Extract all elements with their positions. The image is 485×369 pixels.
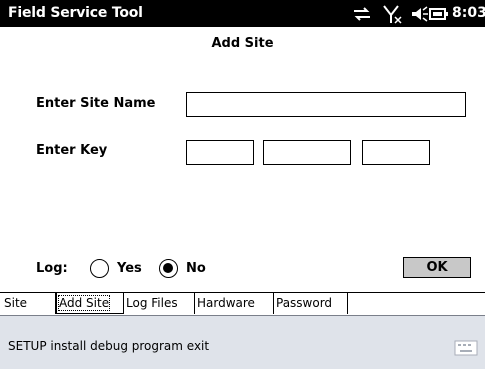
menu-text[interactable]: SETUP install debug program exit xyxy=(8,339,209,353)
key-label: Enter Key xyxy=(36,143,108,158)
app-title: Field Service Tool xyxy=(8,5,143,21)
log-yes-label[interactable]: Yes xyxy=(117,261,142,276)
site-name-label: Enter Site Name xyxy=(36,96,156,111)
tab-add-site-label: Add Site xyxy=(57,295,111,311)
key-input-2[interactable] xyxy=(263,140,351,165)
tab-hardware-label: Hardware xyxy=(197,296,255,310)
radio-selected-dot xyxy=(163,263,173,273)
title-bar: Field Service Tool 8:03 xyxy=(0,0,485,27)
menu-bar: SETUP install debug program exit xyxy=(0,315,485,369)
volume-icon[interactable] xyxy=(410,3,430,25)
tab-log-files[interactable]: Log Files xyxy=(124,293,195,314)
tab-password-label: Password xyxy=(276,296,333,310)
tab-strip: Site Add Site Log Files Hardware Passwor… xyxy=(0,292,485,316)
log-no-radio[interactable] xyxy=(159,259,178,278)
log-yes-radio[interactable] xyxy=(90,259,109,278)
sync-icon[interactable] xyxy=(352,3,372,25)
log-no-label[interactable]: No xyxy=(186,261,206,276)
tab-password[interactable]: Password xyxy=(274,293,348,314)
tab-log-files-label: Log Files xyxy=(126,296,178,310)
clock[interactable]: 8:03 xyxy=(452,5,485,21)
battery-icon[interactable] xyxy=(428,3,450,25)
keyboard-icon[interactable] xyxy=(454,340,478,356)
key-input-1[interactable] xyxy=(186,140,254,165)
site-name-input[interactable] xyxy=(186,92,466,117)
log-label: Log: xyxy=(36,261,68,276)
ok-button[interactable]: OK xyxy=(403,257,471,278)
tab-hardware[interactable]: Hardware xyxy=(195,293,274,314)
tab-site[interactable]: Site xyxy=(0,293,56,314)
key-input-3[interactable] xyxy=(362,140,430,165)
tab-add-site[interactable]: Add Site xyxy=(56,293,124,314)
tab-site-label: Site xyxy=(4,296,28,310)
signal-icon[interactable] xyxy=(382,3,404,25)
page-title: Add Site xyxy=(211,36,274,51)
